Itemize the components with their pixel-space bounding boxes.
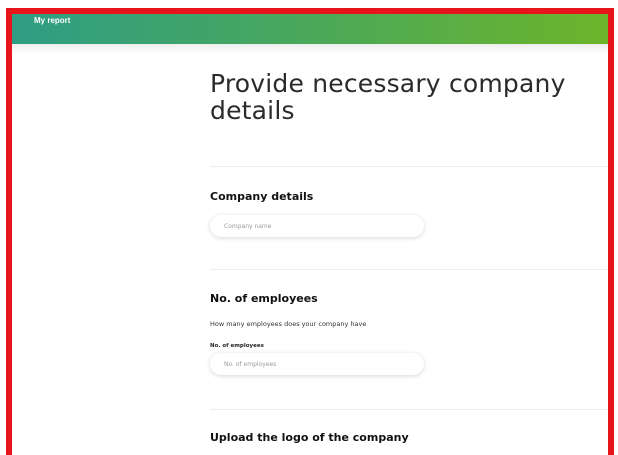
- company-name-input[interactable]: [222, 221, 412, 231]
- section-divider: [210, 166, 608, 167]
- form-content: Provide necessary company details Compan…: [210, 69, 608, 444]
- page-title: Provide necessary company details: [210, 69, 566, 125]
- employees-helper-text: How many employees does your company hav…: [210, 320, 367, 328]
- employees-heading: No. of employees: [210, 292, 318, 305]
- logo-upload-heading: Upload the logo of the company: [210, 431, 409, 444]
- section-divider: [210, 269, 608, 270]
- section-divider: [210, 409, 608, 410]
- top-bar: My report: [12, 14, 608, 44]
- employees-field-label: No. of employees: [210, 343, 264, 349]
- report-title[interactable]: My report: [34, 16, 70, 25]
- company-details-heading: Company details: [210, 190, 314, 203]
- header-shadow: [12, 44, 608, 54]
- employees-field[interactable]: [210, 353, 424, 375]
- company-name-field[interactable]: [210, 215, 424, 237]
- app-frame: My report Provide necessary company deta…: [6, 8, 614, 455]
- employees-input[interactable]: [222, 359, 412, 369]
